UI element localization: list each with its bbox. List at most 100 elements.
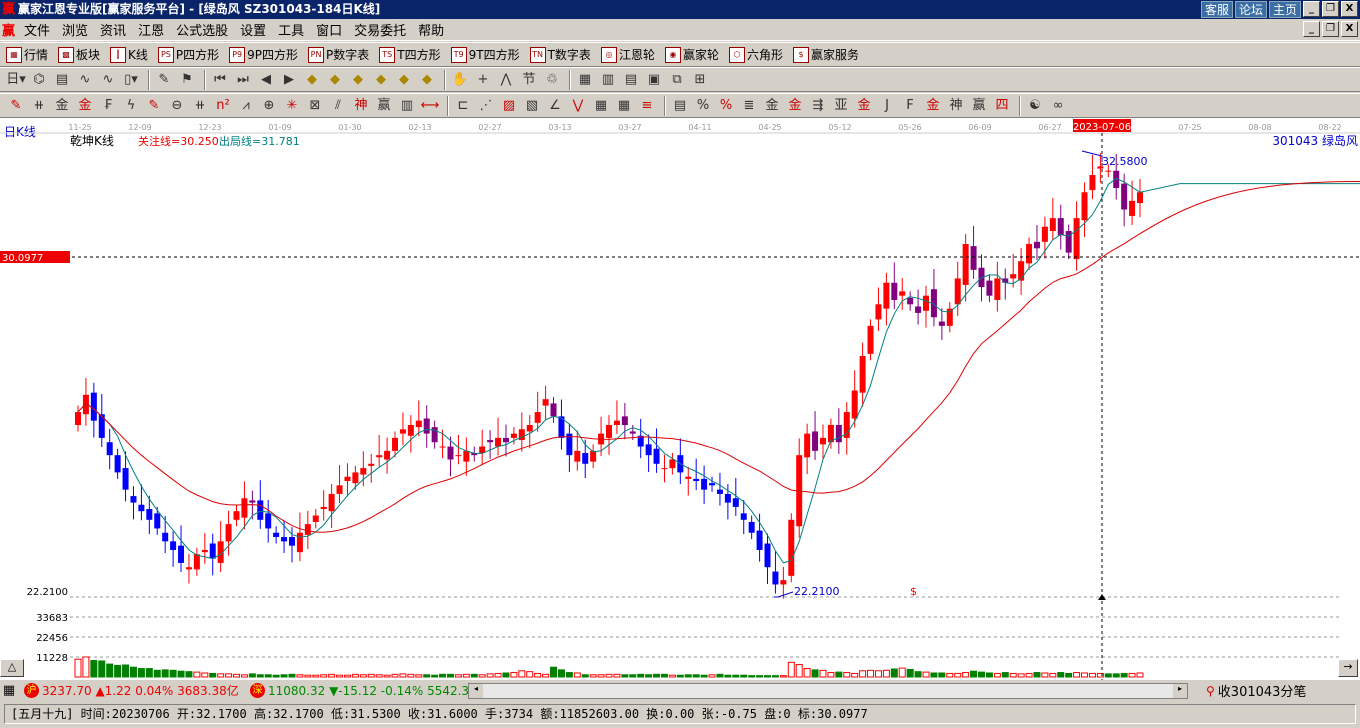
restore-button[interactable]: ❐ [1322, 1, 1339, 17]
table-icon[interactable]: ▦ [0, 681, 18, 701]
draw-tool-icon[interactable]: 神 [946, 96, 966, 116]
scroll-right-icon[interactable]: ▸ [1173, 683, 1187, 698]
draw-tool-icon[interactable]: ⊕ [259, 96, 279, 116]
menu-item[interactable]: 工具 [272, 20, 310, 39]
toolbar-button-赢家服务[interactable]: $ 赢家服务 [792, 46, 859, 63]
draw-tool-icon[interactable]: ▨ [499, 96, 519, 116]
draw-tool-icon[interactable]: ⊏ [453, 96, 473, 116]
toolbar-button-P四方形[interactable]: PS P四方形 [157, 46, 219, 63]
d3-icon[interactable]: ◆ [348, 70, 368, 90]
draw-tool-icon[interactable]: 金 [762, 96, 782, 116]
draw-tool-icon[interactable]: 金 [75, 96, 95, 116]
toolbar-button-六角形[interactable]: ⬡ 六角形 [728, 46, 783, 63]
save-icon[interactable]: ▣ [644, 70, 664, 90]
draw-tool-icon[interactable]: ϟ [121, 96, 141, 116]
draw-tool-icon[interactable]: ≡ [637, 96, 657, 116]
scroll-left-icon[interactable]: ◂ [469, 683, 483, 698]
draw-tool-icon[interactable]: F [900, 96, 920, 116]
draw-tool-icon[interactable]: ✳ [282, 96, 302, 116]
draw-tool-icon[interactable]: n² [213, 96, 233, 116]
flag-icon[interactable]: ⚑ [177, 70, 197, 90]
cal-icon[interactable]: ▦ [575, 70, 595, 90]
d4-icon[interactable]: ◆ [371, 70, 391, 90]
d5-icon[interactable]: ◆ [394, 70, 414, 90]
kline-chart[interactable]: 日K线 乾坤K线 关注线=30.250 出局线=31.781 301043 绿岛… [0, 118, 1360, 680]
net-icon[interactable]: ⧉ [667, 70, 687, 90]
draw-tool-icon[interactable]: ∞ [1048, 96, 1068, 116]
toolbar-button-9T四方形[interactable]: T9 9T四方形 [450, 46, 520, 63]
menu-item[interactable]: 窗口 [310, 20, 348, 39]
draw-tool-icon[interactable]: ⇶ [808, 96, 828, 116]
last-icon[interactable]: ⏭ [233, 70, 253, 90]
scroll-right-button[interactable]: → [1338, 659, 1358, 677]
horizontal-scrollbar[interactable]: ◂ ▸ [468, 682, 1188, 699]
draw-tool-icon[interactable]: 金 [52, 96, 72, 116]
draw-tool-icon[interactable]: ✎ [144, 96, 164, 116]
t1-icon[interactable]: 节 [519, 70, 539, 90]
toolbar-button-K线[interactable]: ┃ K线 [110, 46, 148, 63]
menu-item[interactable]: 资讯 [94, 20, 132, 39]
draw-tool-icon[interactable]: ₣ [98, 96, 118, 116]
child-close-button[interactable]: X [1341, 21, 1358, 37]
draw-tool-icon[interactable]: ⊠ [305, 96, 325, 116]
draw-tool-icon[interactable]: ▥ [397, 96, 417, 116]
toggle-panel-button[interactable]: △ [0, 659, 24, 677]
period-icon[interactable]: 日▾ [6, 70, 26, 90]
draw-tool-icon[interactable]: ⋰ [476, 96, 496, 116]
draw-tool-icon[interactable]: ⊖ [167, 96, 187, 116]
child-restore-button[interactable]: ❐ [1322, 21, 1339, 37]
toolbar-button-T数字表[interactable]: TN T数字表 [529, 46, 591, 63]
right-icon[interactable]: ▶ [279, 70, 299, 90]
ma9-icon[interactable]: ∿ [98, 70, 118, 90]
menu-item[interactable]: 设置 [234, 20, 272, 39]
draw-tool-icon[interactable]: 赢 [374, 96, 394, 116]
draw-tool-icon[interactable]: ⫽ [328, 96, 348, 116]
draw-tool-icon[interactable]: J [877, 96, 897, 116]
t2-icon[interactable]: ♲ [542, 70, 562, 90]
draw-tool-icon[interactable]: ∠ [545, 96, 565, 116]
draw-tool-icon[interactable]: % [693, 96, 713, 116]
menu-item[interactable]: 公式选股 [170, 20, 234, 39]
toolbar-button-板块[interactable]: ▩ 板块 [58, 46, 100, 63]
link-service[interactable]: 客服 [1200, 1, 1233, 18]
cycle-icon[interactable]: ⌬ [29, 70, 49, 90]
toolbar-button-9P四方形[interactable]: P9 9P四方形 [229, 46, 298, 63]
draw-tool-icon[interactable]: ⟷ [420, 96, 440, 116]
toolbar-button-T四方形[interactable]: TS T四方形 [379, 46, 441, 63]
link-home[interactable]: 主页 [1268, 1, 1301, 18]
close-button[interactable]: X [1341, 1, 1358, 17]
ma3-icon[interactable]: ∿ [75, 70, 95, 90]
d2-icon[interactable]: ◆ [325, 70, 345, 90]
left-icon[interactable]: ◀ [256, 70, 276, 90]
draw-icon[interactable]: ✎ [154, 70, 174, 90]
menu-item[interactable]: 浏览 [56, 20, 94, 39]
minimize-button[interactable]: _ [1303, 1, 1320, 17]
draw-tool-icon[interactable]: ▧ [522, 96, 542, 116]
draw-tool-icon[interactable]: ⋁ [568, 96, 588, 116]
pc-icon[interactable]: ⊞ [690, 70, 710, 90]
menu-item[interactable]: 交易委托 [348, 20, 412, 39]
draw-tool-icon[interactable]: 神 [351, 96, 371, 116]
draw-tool-icon[interactable]: ▦ [614, 96, 634, 116]
link-forum[interactable]: 论坛 [1234, 1, 1267, 18]
toolbar-button-P数字表[interactable]: PN P数字表 [308, 46, 369, 63]
app-menu-icon[interactable]: 赢 [2, 20, 15, 39]
candle-icon[interactable]: ▯▾ [121, 70, 141, 90]
draw-tool-icon[interactable]: ≣ [739, 96, 759, 116]
d1-icon[interactable]: ◆ [302, 70, 322, 90]
menu-item[interactable]: 江恩 [132, 20, 170, 39]
draw-tool-icon[interactable]: 四 [992, 96, 1012, 116]
calc-icon[interactable]: ▥ [598, 70, 618, 90]
hand-icon[interactable]: ✋ [450, 70, 470, 90]
draw-tool-icon[interactable]: % [716, 96, 736, 116]
line-icon[interactable]: ⋀ [496, 70, 516, 90]
note-icon[interactable]: ▤ [621, 70, 641, 90]
draw-tool-icon[interactable]: ⩘ [236, 96, 256, 116]
draw-tool-icon[interactable]: ☯ [1025, 96, 1045, 116]
draw-tool-icon[interactable]: 赢 [969, 96, 989, 116]
draw-tool-icon[interactable]: ▦ [591, 96, 611, 116]
toolbar-button-赢家轮[interactable]: ◉ 赢家轮 [664, 46, 719, 63]
child-minimize-button[interactable]: _ [1303, 21, 1320, 37]
draw-tool-icon[interactable]: ✎ [6, 96, 26, 116]
draw-tool-icon[interactable]: 金 [923, 96, 943, 116]
